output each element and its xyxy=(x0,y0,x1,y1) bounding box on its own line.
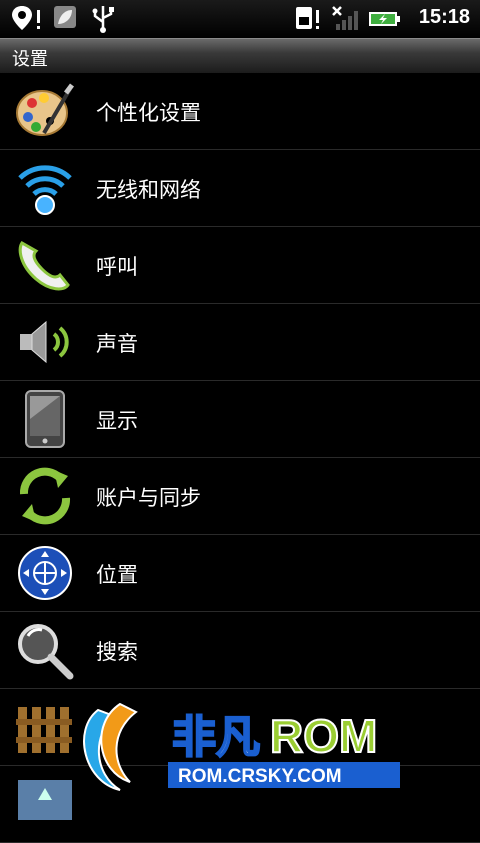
search-icon xyxy=(18,624,74,680)
usb-icon xyxy=(92,6,114,33)
sim-alert-icon xyxy=(296,7,319,29)
settings-item-display[interactable]: 显示 xyxy=(0,381,480,458)
watermark-logo: 非凡 ROM ROM.CRSKY.COM xyxy=(83,702,400,791)
settings-item-call[interactable]: 呼叫 xyxy=(0,227,480,304)
display-icon xyxy=(25,390,65,448)
location-notification-icon xyxy=(12,6,40,30)
page-title: 设置 xyxy=(12,49,48,70)
settings-item-wireless[interactable]: 无线和网络 xyxy=(0,150,480,227)
settings-item-label: 位置 xyxy=(96,563,138,587)
leaf-icon xyxy=(54,6,76,28)
settings-item-label: 呼叫 xyxy=(96,255,138,279)
svg-text:非凡: 非凡 xyxy=(172,712,260,763)
settings-item-search[interactable]: 搜索 xyxy=(0,612,480,689)
clock: 15:18 xyxy=(418,6,470,28)
signal-none-icon xyxy=(332,6,358,30)
palette-icon xyxy=(16,83,74,136)
phone-icon xyxy=(18,241,70,291)
wifi-icon xyxy=(18,165,72,215)
settings-item-label: 个性化设置 xyxy=(96,101,201,125)
speaker-icon xyxy=(20,320,69,364)
settings-item-label: 声音 xyxy=(96,332,138,356)
svg-text:ROM: ROM xyxy=(270,710,377,762)
settings-item-personalize[interactable]: 个性化设置 xyxy=(0,73,480,150)
settings-item-label: 搜索 xyxy=(96,640,138,664)
settings-item-label: 无线和网络 xyxy=(96,178,201,202)
settings-item-label: 显示 xyxy=(96,409,138,433)
svg-text:ROM.CRSKY.COM: ROM.CRSKY.COM xyxy=(178,766,342,787)
settings-item-label: 账户与同步 xyxy=(96,486,201,510)
settings-item-location[interactable]: 位置 xyxy=(0,535,480,612)
title-bar: 设置 xyxy=(0,38,480,73)
location-icon xyxy=(18,546,72,600)
sync-icon xyxy=(19,467,71,525)
fence-icon xyxy=(16,707,72,753)
battery-charging-icon xyxy=(369,12,400,26)
status-bar: 15:18 xyxy=(0,0,480,38)
settings-item-accounts-sync[interactable]: 账户与同步 xyxy=(0,458,480,535)
settings-item-sound[interactable]: 声音 xyxy=(0,304,480,381)
partial-icon xyxy=(18,780,72,820)
